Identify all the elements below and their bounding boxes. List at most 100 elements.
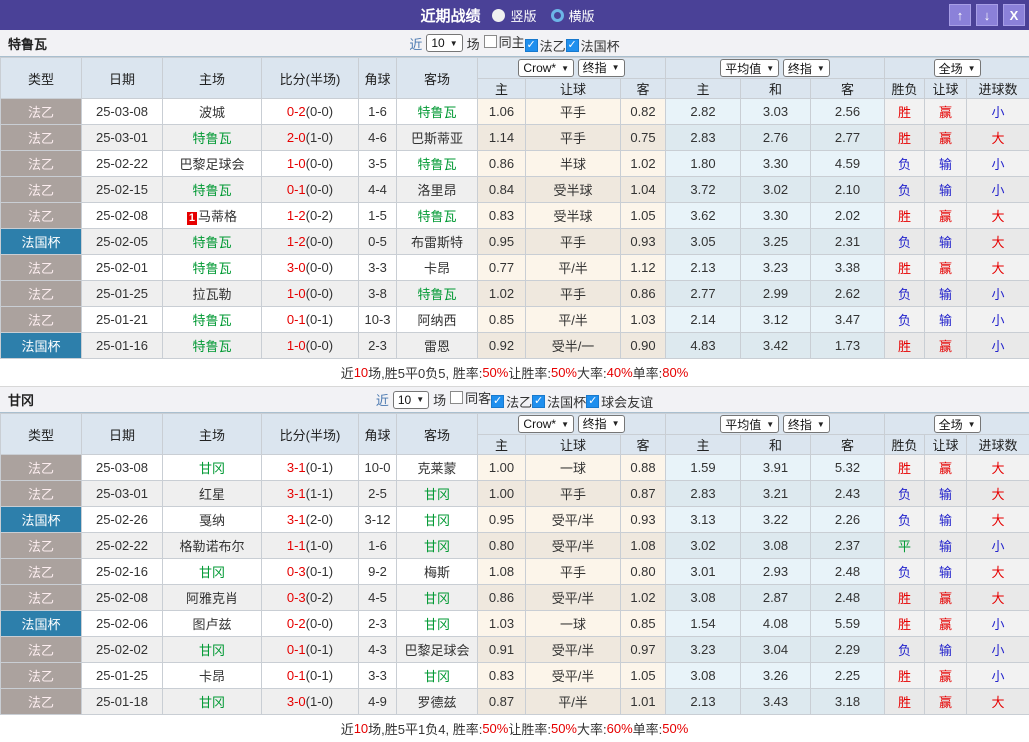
handicap-result: 输 xyxy=(925,559,967,585)
filter-checkbox-unchecked: 同客 xyxy=(450,388,491,407)
match-row: 法乙25-02-22格勒诺布尔1-1(1-0)1-6甘冈0.80受平/半1.08… xyxy=(1,533,1029,559)
home-team-cell: 特鲁瓦 xyxy=(163,333,262,359)
avg-away-odds: 3.18 xyxy=(811,689,885,715)
match-date-cell: 25-02-08 xyxy=(82,585,163,611)
handicap-result: 赢 xyxy=(925,99,967,125)
layout-radio-vertical-icon[interactable] xyxy=(492,9,505,22)
handicap-away-odds: 0.93 xyxy=(621,229,666,255)
move-down-button[interactable]: ↓ xyxy=(976,4,998,26)
match-date-cell: 25-02-15 xyxy=(82,177,163,203)
layout-radio-vertical-label[interactable]: 竖版 xyxy=(510,6,536,25)
handicap-home-odds: 1.02 xyxy=(478,281,526,307)
win-loss-result: 负 xyxy=(885,151,925,177)
handicap-line: 受半球 xyxy=(526,203,621,229)
home-team-cell: 特鲁瓦 xyxy=(163,125,262,151)
home-header: 主场 xyxy=(163,414,262,455)
match-count-select[interactable]: 10▼ xyxy=(393,391,429,409)
avg-home-odds: 3.08 xyxy=(666,663,741,689)
checkbox-icon[interactable] xyxy=(491,395,504,408)
handicap-away-odds: 0.80 xyxy=(621,559,666,585)
handicap-result: 赢 xyxy=(925,689,967,715)
bookmaker-select[interactable]: Crow*▼ xyxy=(518,59,574,77)
match-row: 法乙25-02-081马蒂格1-2(0-2)1-5特鲁瓦0.83受半球1.053… xyxy=(1,203,1029,229)
handicap-result: 赢 xyxy=(925,611,967,637)
checkbox-icon[interactable] xyxy=(566,39,579,52)
goals-result: 小 xyxy=(967,663,1029,689)
win-loss-result: 胜 xyxy=(885,455,925,481)
average-select[interactable]: 平均值▼ xyxy=(720,59,779,77)
near-label: 近 xyxy=(409,34,422,53)
chevron-down-icon: ▼ xyxy=(561,64,569,73)
home-team-cell: 特鲁瓦 xyxy=(163,255,262,281)
checkbox-icon[interactable] xyxy=(532,395,545,408)
checkbox-icon[interactable] xyxy=(450,391,463,404)
match-row: 法乙25-01-25卡昂0-1(0-1)3-3甘冈0.83受平/半1.053.0… xyxy=(1,663,1029,689)
avg-draw-odds: 3.08 xyxy=(741,533,811,559)
goals-result: 大 xyxy=(967,255,1029,281)
match-row: 法乙25-02-08阿雅克肖0-3(0-2)4-5甘冈0.86受平/半1.023… xyxy=(1,585,1029,611)
match-count-select[interactable]: 10▼ xyxy=(426,34,462,52)
handicap-away-odds: 1.02 xyxy=(621,585,666,611)
full-match-select[interactable]: 全场▼ xyxy=(934,415,981,433)
final-index-select-2[interactable]: 终指▼ xyxy=(783,59,830,77)
away-team-cell: 甘冈 xyxy=(397,663,478,689)
layout-radio-horizontal-icon[interactable] xyxy=(551,9,564,22)
score-cell: 2-0(1-0) xyxy=(262,125,359,151)
checkbox-icon[interactable] xyxy=(586,395,599,408)
filter-checkbox-checked: 球会友谊 xyxy=(586,392,653,411)
handicap-away-odds: 0.93 xyxy=(621,507,666,533)
chevron-down-icon: ▼ xyxy=(968,420,976,429)
full-match-select[interactable]: 全场▼ xyxy=(934,59,981,77)
checkbox-icon[interactable] xyxy=(525,39,538,52)
handicap-result-header: 让球 xyxy=(925,435,967,455)
handicap-home-odds: 0.87 xyxy=(478,689,526,715)
avg-draw-odds: 2.99 xyxy=(741,281,811,307)
match-date-cell: 25-01-16 xyxy=(82,333,163,359)
match-date-cell: 25-02-01 xyxy=(82,255,163,281)
average-group-header: 平均值▼ 终指▼ xyxy=(666,58,885,79)
win-loss-result: 负 xyxy=(885,307,925,333)
league-type-cell: 法国杯 xyxy=(1,229,82,255)
home-team-cell: 特鲁瓦 xyxy=(163,177,262,203)
handicap-away-odds: 1.01 xyxy=(621,689,666,715)
handicap-line: 受平/半 xyxy=(526,507,621,533)
avg-home-odds: 1.80 xyxy=(666,151,741,177)
goals-result: 大 xyxy=(967,125,1029,151)
league-type-cell: 法乙 xyxy=(1,151,82,177)
final-index-select[interactable]: 终指▼ xyxy=(578,415,625,433)
home-team-cell: 图卢兹 xyxy=(163,611,262,637)
away-team-cell: 布雷斯特 xyxy=(397,229,478,255)
chevron-down-icon: ▼ xyxy=(766,420,774,429)
handicap-home-header: 主 xyxy=(478,435,526,455)
handicap-result: 输 xyxy=(925,281,967,307)
away-team-cell: 特鲁瓦 xyxy=(397,99,478,125)
match-row: 法乙25-01-25拉瓦勒1-0(0-0)3-8特鲁瓦1.02平手0.862.7… xyxy=(1,281,1029,307)
corner-cell: 4-3 xyxy=(359,637,397,663)
close-button[interactable]: X xyxy=(1003,4,1025,26)
away-header: 客场 xyxy=(397,58,478,99)
corner-cell: 4-5 xyxy=(359,585,397,611)
handicap-away-odds: 0.90 xyxy=(621,333,666,359)
final-index-select[interactable]: 终指▼ xyxy=(578,59,625,77)
chevron-down-icon: ▼ xyxy=(817,64,825,73)
handicap-away-header: 客 xyxy=(621,435,666,455)
average-select[interactable]: 平均值▼ xyxy=(720,415,779,433)
avg-home-odds: 1.54 xyxy=(666,611,741,637)
goals-result: 小 xyxy=(967,307,1029,333)
bookmaker-select[interactable]: Crow*▼ xyxy=(518,415,574,433)
handicap-result: 赢 xyxy=(925,663,967,689)
match-count-value: 10 xyxy=(398,393,411,407)
score-cell: 1-2(0-2) xyxy=(262,203,359,229)
win-loss-result: 胜 xyxy=(885,203,925,229)
checkbox-icon[interactable] xyxy=(484,35,497,48)
corner-cell: 2-3 xyxy=(359,611,397,637)
chevron-down-icon: ▼ xyxy=(766,64,774,73)
avg-draw-header: 和 xyxy=(741,79,811,99)
score-cell: 1-2(0-0) xyxy=(262,229,359,255)
away-header: 客场 xyxy=(397,414,478,455)
final-index-select-2[interactable]: 终指▼ xyxy=(783,415,830,433)
layout-radio-horizontal-label[interactable]: 横版 xyxy=(569,6,595,25)
move-up-button[interactable]: ↑ xyxy=(949,4,971,26)
goals-result: 大 xyxy=(967,689,1029,715)
handicap-line: 受半/一 xyxy=(526,333,621,359)
